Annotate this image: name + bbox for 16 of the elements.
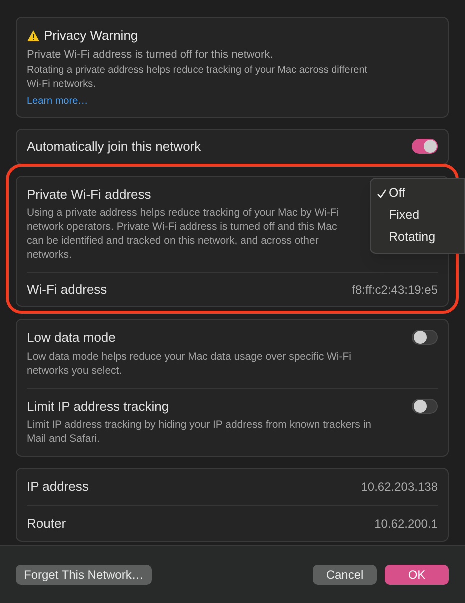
info-value: 10.62.203.138 (361, 479, 438, 496)
warning-title: Privacy Warning (44, 27, 138, 45)
info-value: 10.62.200.1 (374, 516, 438, 532)
info-label: Router (27, 514, 66, 533)
info-label: IP address (27, 478, 89, 496)
private-address-title: Private Wi-Fi address (27, 186, 152, 204)
warning-text: Private Wi-Fi address is turned off for this network. (27, 48, 274, 62)
warning-text: Rotating a private address helps reduce tracking of your Mac across different Wi-Fi networks. (27, 64, 369, 92)
option-description: Limit IP address tracking by hiding your IP address from known trackers in Mail and Safari. (27, 418, 373, 446)
auto-join-label: Automatically join this network (27, 138, 202, 156)
wifi-address-value: f8:ff:c2:43:19:e5 (352, 282, 438, 298)
option-description: Low data mode helps reduce your Mac data usage over specific Wi-Fi networks you select. (27, 350, 352, 378)
wifi-address-label: Wi-Fi address (27, 280, 108, 299)
private-address-description: Using a private address helps reduce tracking of your Mac by Wi-Fi network operators. Private Wi-Fi address is turned off and this Mac can be identified and tracked on this network, and across other networks. (27, 206, 340, 262)
option-title: Limit IP address tracking (27, 398, 170, 416)
option-title: Low data mode (27, 329, 117, 347)
